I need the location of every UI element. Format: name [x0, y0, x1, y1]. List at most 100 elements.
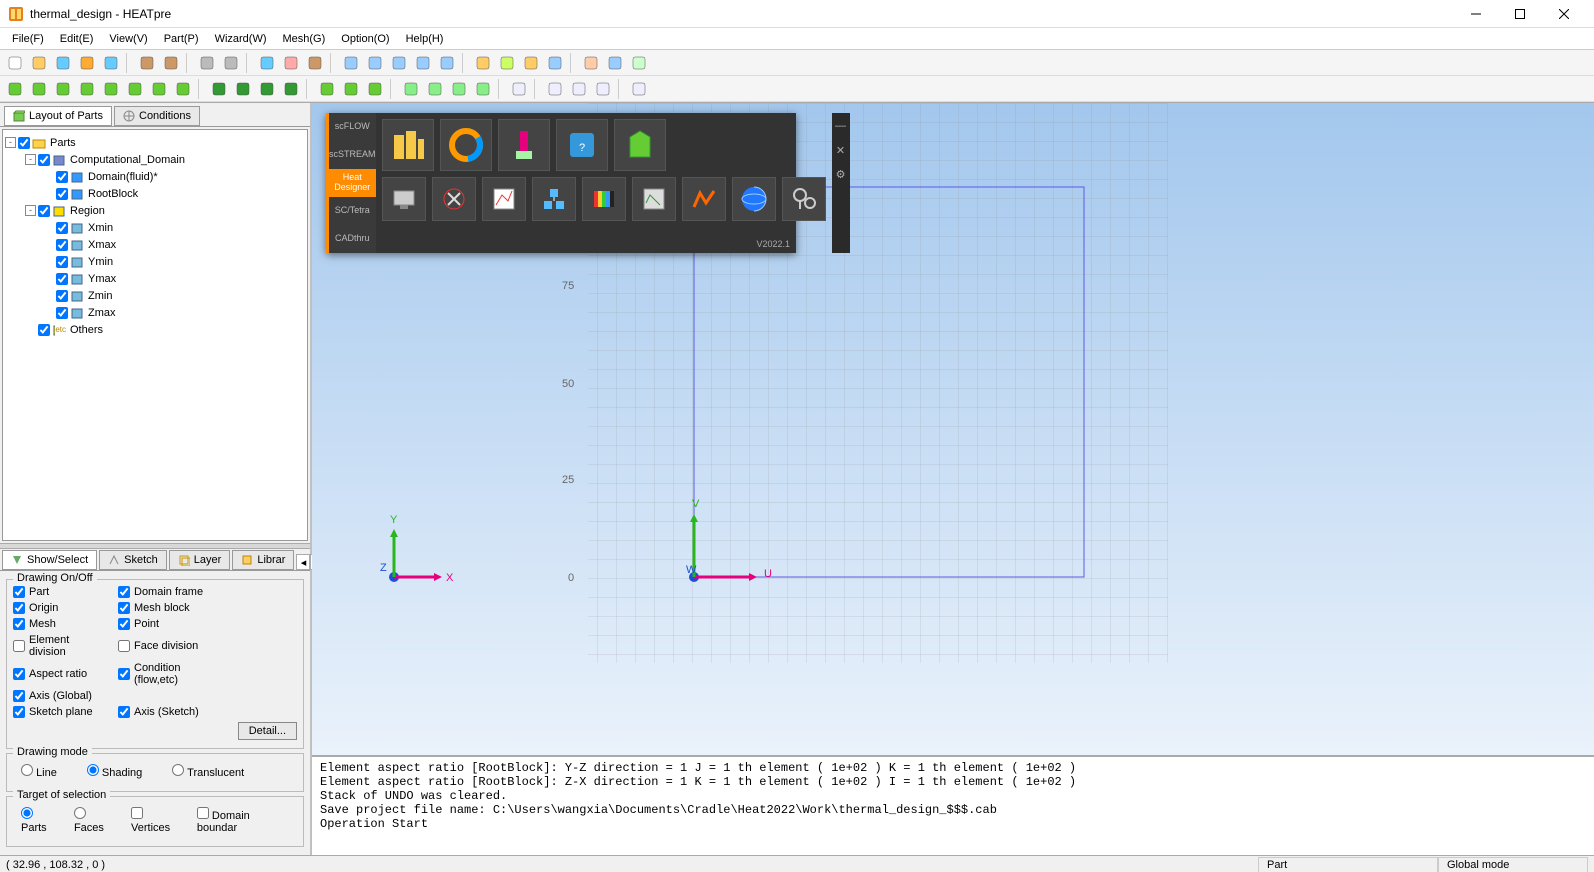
tree-checkbox[interactable]	[56, 239, 68, 251]
option-checkbox[interactable]	[118, 668, 130, 680]
launcher-button[interactable]	[782, 177, 826, 221]
launcher-button[interactable]	[498, 119, 550, 171]
toolbar-button[interactable]	[604, 52, 626, 74]
tree-label[interactable]: Zmax	[86, 307, 118, 319]
drawing-option[interactable]: Mesh block	[118, 602, 213, 614]
toolbar-button[interactable]	[100, 78, 122, 100]
option-checkbox[interactable]	[118, 618, 130, 630]
tab-scroll-left[interactable]: ◂	[296, 554, 310, 570]
close-button[interactable]	[1542, 0, 1586, 28]
menu-item[interactable]: Edit(E)	[52, 31, 102, 47]
drawing-option[interactable]: Origin	[13, 602, 108, 614]
tree-label[interactable]: RootBlock	[86, 188, 140, 200]
option-checkbox[interactable]	[13, 618, 25, 630]
toolbar-button[interactable]	[124, 78, 146, 100]
tree-checkbox[interactable]	[56, 307, 68, 319]
launcher-tab[interactable]: SC/Tetra	[329, 197, 376, 225]
console-output[interactable]: Element aspect ratio [RootBlock]: Y-Z di…	[312, 755, 1594, 855]
menu-item[interactable]: Part(P)	[156, 31, 207, 47]
drawing-option[interactable]: Sketch plane	[13, 706, 108, 718]
toolbar-button[interactable]	[52, 52, 74, 74]
radio[interactable]	[87, 764, 99, 776]
tree-label[interactable]: Region	[68, 205, 107, 217]
panel-tab[interactable]: Librar	[232, 550, 294, 570]
tree-checkbox[interactable]	[56, 290, 68, 302]
toolbar-button[interactable]	[220, 52, 242, 74]
tree-expander[interactable]: -	[25, 205, 36, 216]
option-checkbox[interactable]	[118, 706, 130, 718]
toolbar-button[interactable]	[388, 52, 410, 74]
toolbar-button[interactable]	[496, 52, 518, 74]
menu-item[interactable]: File(F)	[4, 31, 52, 47]
launcher-tab[interactable]: Heat Designer	[329, 169, 376, 197]
tree-label[interactable]: Domain(fluid)*	[86, 171, 160, 183]
tree-label[interactable]: Zmin	[86, 290, 114, 302]
target-input[interactable]	[21, 807, 33, 819]
option-checkbox[interactable]	[13, 668, 25, 680]
drawing-option[interactable]: Point	[118, 618, 213, 630]
option-checkbox[interactable]	[13, 706, 25, 718]
toolbar-button[interactable]	[172, 78, 194, 100]
drawing-option[interactable]: Domain frame	[118, 586, 213, 598]
tree-label[interactable]: Others	[68, 324, 105, 336]
target-input[interactable]	[197, 807, 209, 819]
tree-expander[interactable]: -	[25, 154, 36, 165]
toolbar-button[interactable]	[196, 52, 218, 74]
toolbar-button[interactable]	[280, 52, 302, 74]
panel-tab[interactable]: Sketch	[99, 550, 167, 570]
target-option[interactable]: Parts	[21, 807, 60, 834]
target-option[interactable]: Domain boundar	[197, 807, 289, 834]
target-input[interactable]	[74, 807, 86, 819]
toolbar-button[interactable]	[280, 78, 302, 100]
toolbar-button[interactable]	[364, 78, 386, 100]
drawing-option[interactable]: Face division	[118, 634, 213, 658]
toolbar-button[interactable]	[136, 52, 158, 74]
toolbar-button[interactable]	[304, 52, 326, 74]
toolbar-button[interactable]	[592, 78, 614, 100]
launcher-button[interactable]	[382, 119, 434, 171]
tab-layout-of-parts[interactable]: Layout of Parts	[4, 106, 112, 126]
toolbar-button[interactable]	[340, 52, 362, 74]
launcher-button[interactable]	[432, 177, 476, 221]
minimize-button[interactable]	[1454, 0, 1498, 28]
toolbar-button[interactable]	[76, 78, 98, 100]
toolbar-button[interactable]	[256, 52, 278, 74]
tree-checkbox[interactable]	[56, 188, 68, 200]
panel-tab[interactable]: Layer	[169, 550, 231, 570]
toolbar-button[interactable]	[4, 78, 26, 100]
launcher-button[interactable]	[632, 177, 676, 221]
tree-checkbox[interactable]	[56, 273, 68, 285]
toolbar-button[interactable]	[544, 78, 566, 100]
toolbar-button[interactable]	[28, 78, 50, 100]
tree-checkbox[interactable]	[56, 171, 68, 183]
menu-item[interactable]: View(V)	[101, 31, 155, 47]
toolbar-button[interactable]	[544, 52, 566, 74]
target-option[interactable]: Faces	[74, 807, 117, 834]
toolbar-button[interactable]	[364, 52, 386, 74]
drawing-option[interactable]: Axis (Global)	[13, 690, 108, 702]
toolbar-button[interactable]	[76, 52, 98, 74]
viewport-3d[interactable]: 0 25 50 75 X Y Z U	[312, 103, 1594, 755]
tree-checkbox[interactable]	[56, 256, 68, 268]
toolbar-button[interactable]	[448, 78, 470, 100]
toolbar-button[interactable]	[568, 78, 590, 100]
toolbar-button[interactable]	[628, 78, 650, 100]
maximize-button[interactable]	[1498, 0, 1542, 28]
toolbar-button[interactable]	[424, 78, 446, 100]
option-checkbox[interactable]	[13, 640, 25, 652]
tree-checkbox[interactable]	[18, 137, 30, 149]
drawing-mode-option[interactable]: Line	[21, 764, 57, 779]
drawing-option[interactable]: Mesh	[13, 618, 108, 630]
toolbar-button[interactable]	[4, 52, 26, 74]
menu-item[interactable]: Wizard(W)	[207, 31, 275, 47]
drawing-option[interactable]: Condition (flow,etc)	[118, 662, 213, 686]
toolbar-button[interactable]	[52, 78, 74, 100]
drawing-mode-option[interactable]: Translucent	[172, 764, 244, 779]
tree-label[interactable]: Parts	[48, 137, 78, 149]
launcher-tab[interactable]: scSTREAM	[329, 141, 376, 169]
toolbar-button[interactable]	[148, 78, 170, 100]
tree-checkbox[interactable]	[38, 154, 50, 166]
toolbar-button[interactable]	[160, 52, 182, 74]
toolbar-button[interactable]	[256, 78, 278, 100]
option-checkbox[interactable]	[13, 602, 25, 614]
